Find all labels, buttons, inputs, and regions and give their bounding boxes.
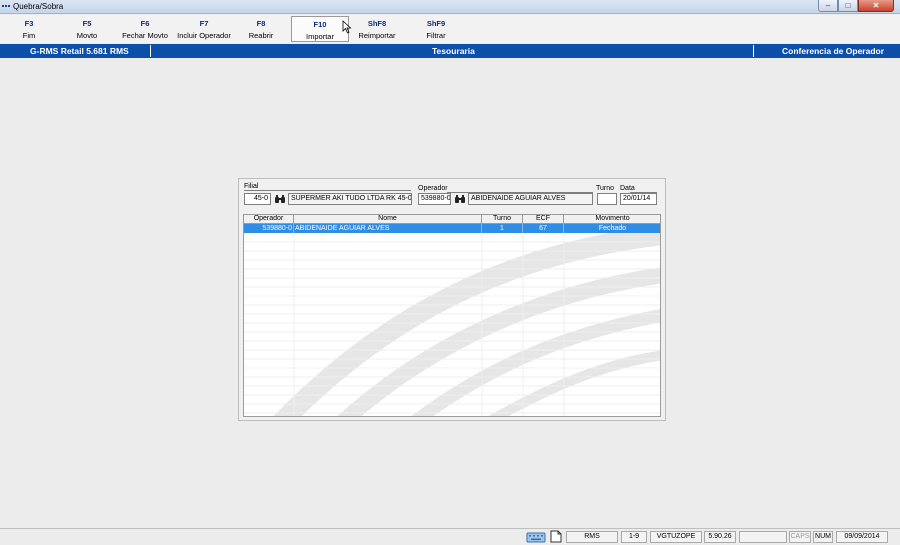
filial-label: Filial — [244, 183, 259, 190]
header-band: G-RMS Retail 5.681 RMS Tesouraria Confer… — [0, 44, 900, 58]
column-header-operador[interactable]: Operador — [244, 215, 294, 223]
binoculars-icon[interactable] — [274, 194, 286, 204]
key-label: F5 — [82, 19, 92, 28]
status-empty — [739, 531, 787, 543]
key-label: ShF8 — [367, 19, 387, 28]
maximize-button[interactable]: □ — [838, 0, 858, 12]
conferencia-panel: Filial 45-0 SUPERMER AKI TUDO LTDA RK 45… — [238, 178, 666, 421]
filial-name-field: SUPERMER AKI TUDO LTDA RK 45-0 — [288, 193, 412, 205]
window-title: Quebra/Sobra — [13, 2, 64, 11]
cell-operador: 539880-0 — [244, 224, 294, 233]
status-system: RMS — [566, 531, 618, 543]
data-field[interactable]: 20/01/14 — [620, 193, 657, 205]
binoculars-icon[interactable] — [454, 194, 466, 204]
key-label: F3 — [24, 19, 34, 28]
divider — [753, 45, 754, 57]
operador-label: Operador — [418, 185, 448, 192]
key-label: ShF9 — [426, 19, 446, 28]
key-label: F10 — [313, 20, 327, 29]
function-key-toolbar: F3 Fim F5 Movto F6 Fechar Movto F7 Inclu… — [0, 15, 900, 43]
status-date: 09/09/2014 — [836, 531, 888, 543]
status-user: VGTUZOPE — [650, 531, 702, 543]
status-range: 1-9 — [621, 531, 647, 543]
action-label: Incluir Operador — [177, 31, 231, 40]
grid-header: Operador Nome Turno ECF Movimento — [244, 215, 660, 224]
operador-field[interactable]: 539880-0 — [418, 193, 451, 205]
module-title: Tesouraria — [432, 46, 475, 56]
divider — [244, 190, 411, 191]
column-header-nome[interactable]: Nome — [294, 215, 482, 223]
incluir-operador-button[interactable]: F7 Incluir Operador — [174, 16, 234, 42]
minimize-button[interactable]: – — [818, 0, 838, 12]
cell-movimento: Fechado — [564, 224, 660, 233]
status-caps: CAPS — [789, 531, 811, 543]
column-header-turno[interactable]: Turno — [482, 215, 523, 223]
turno-label: Turno — [596, 185, 615, 192]
close-button[interactable]: ✕ — [858, 0, 894, 12]
action-label: Filtrar — [426, 31, 446, 40]
document-icon — [550, 530, 562, 543]
action-label: Reimportar — [358, 31, 396, 40]
screen-title: Conferencia de Operador — [782, 46, 885, 56]
watermark-logo-icon — [244, 225, 660, 416]
turno-field[interactable] — [597, 193, 617, 205]
action-label: Fim — [22, 31, 36, 40]
status-bar: RMS 1-9 VGTUZOPE 5.90.26 CAPS NUM 09/09/… — [0, 528, 900, 545]
mouse-cursor-icon — [342, 20, 352, 34]
app-icon — [2, 3, 12, 10]
operador-name-field: ABIDENAIDE AGUIAR ALVES — [468, 193, 593, 205]
action-label: Reabrir — [248, 31, 274, 40]
filial-field[interactable]: 45-0 — [244, 193, 271, 205]
column-header-movimento[interactable]: Movimento — [564, 215, 660, 223]
reabrir-button[interactable]: F8 Reabrir — [238, 16, 284, 42]
operator-grid[interactable]: Operador Nome Turno ECF Movimento 539880… — [243, 214, 661, 417]
fechar-movto-button[interactable]: F6 Fechar Movto — [118, 16, 172, 42]
table-row[interactable]: 539880-0 ABIDENAIDE AGUIAR ALVES 1 67 Fe… — [244, 224, 660, 233]
app-version: G-RMS Retail 5.681 RMS — [30, 46, 129, 56]
fim-button[interactable]: F3 Fim — [10, 16, 48, 42]
filtrar-button[interactable]: ShF9 Filtrar — [414, 16, 458, 42]
key-label: F6 — [140, 19, 150, 28]
cell-ecf: 67 — [523, 224, 564, 233]
status-num: NUM — [813, 531, 833, 543]
movto-button[interactable]: F5 Movto — [66, 16, 108, 42]
data-label: Data — [620, 185, 635, 192]
cell-nome: ABIDENAIDE AGUIAR ALVES — [294, 224, 482, 233]
status-version: 5.90.26 — [704, 531, 736, 543]
key-label: F8 — [256, 19, 266, 28]
column-header-ecf[interactable]: ECF — [523, 215, 564, 223]
window-controls: – □ ✕ — [818, 0, 894, 12]
action-label: Importar — [306, 32, 334, 41]
cell-turno: 1 — [482, 224, 523, 233]
title-bar: Quebra/Sobra – □ ✕ — [0, 0, 900, 14]
keyboard-icon — [526, 532, 546, 543]
key-label: F7 — [199, 19, 209, 28]
importar-button[interactable]: F10 Importar — [291, 16, 349, 42]
divider — [150, 45, 151, 57]
action-label: Fechar Movto — [122, 31, 168, 40]
action-label: Movto — [76, 31, 98, 40]
reimportar-button[interactable]: ShF8 Reimportar — [354, 16, 400, 42]
